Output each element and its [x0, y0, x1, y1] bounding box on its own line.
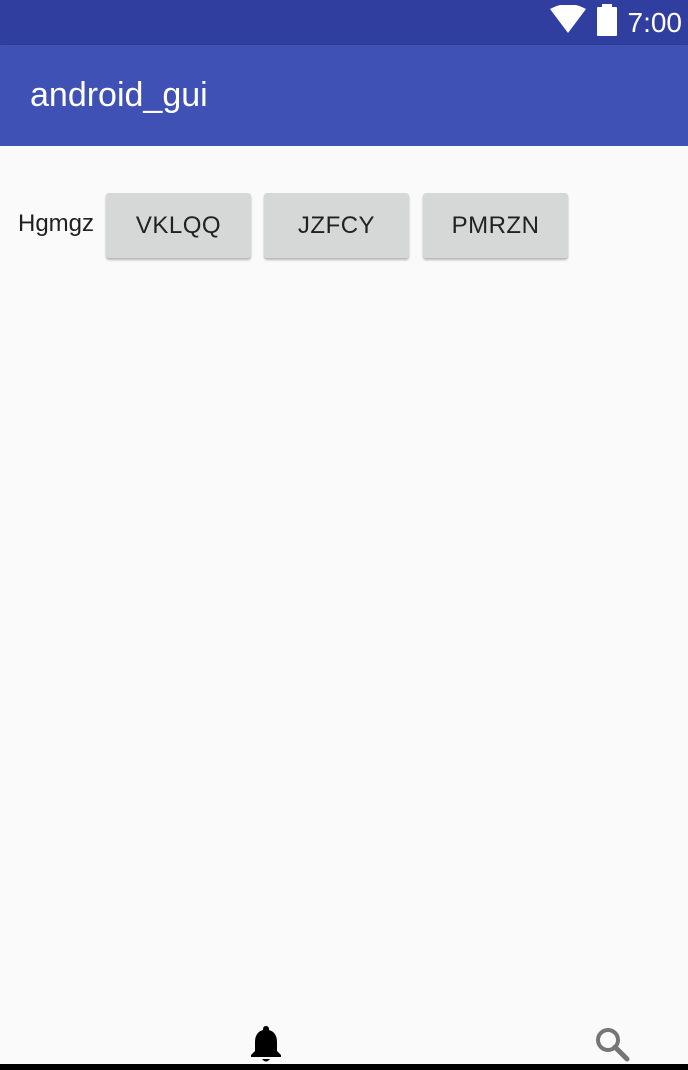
battery-icon [596, 4, 618, 41]
vklqq-button[interactable]: VKLQQ [106, 193, 251, 258]
row-label: Hgmgz [18, 210, 95, 237]
bottom-nav [0, 1020, 688, 1065]
wifi-icon [549, 4, 586, 40]
main-content: Hgmgz VKLQQ JZFCY PMRZN [0, 146, 688, 1036]
pmrzn-button[interactable]: PMRZN [423, 193, 568, 258]
navigation-bar-edge [0, 1064, 688, 1070]
bell-icon[interactable] [246, 1024, 286, 1064]
app-title: android_gui [30, 76, 208, 114]
jzfcy-button[interactable]: JZFCY [264, 193, 409, 258]
status-bar: 7:00 [0, 0, 688, 45]
status-icons: 7:00 [549, 0, 683, 45]
status-time: 7:00 [627, 7, 683, 38]
search-icon[interactable] [592, 1024, 632, 1064]
app-bar: android_gui [0, 45, 688, 146]
